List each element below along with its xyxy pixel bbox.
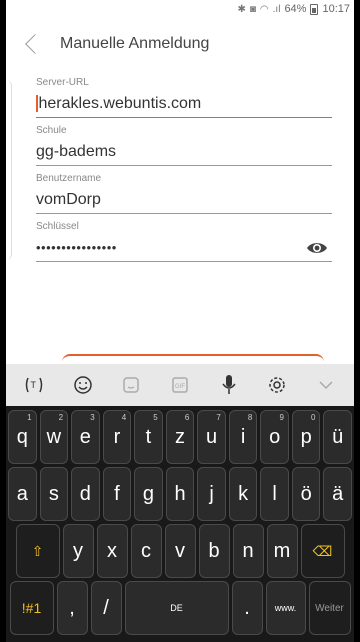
keyboard-row-4: !#1 , / DE . www. Weiter (8, 581, 352, 635)
key-g[interactable]: g (134, 467, 163, 521)
slash-key[interactable]: / (90, 581, 122, 635)
username-label: Benutzername (36, 173, 102, 184)
translate-icon[interactable]: T (19, 370, 49, 400)
key-ue[interactable]: ü (323, 410, 353, 464)
key-l[interactable]: l (260, 467, 289, 521)
server-url-input[interactable]: herakles.webuntis.com (36, 90, 332, 118)
key-oe[interactable]: ö (291, 467, 321, 521)
keyboard-toolbar: T GIF (6, 364, 354, 406)
keyboard: 1q 2w 3e 4r 5t 6z 7u 8i 9o 0p ü a s d f … (6, 406, 354, 642)
username-field: Benutzername vomDorp (36, 172, 332, 214)
key-s[interactable]: s (39, 467, 69, 521)
key-o[interactable]: 9o (260, 410, 289, 464)
gif-icon[interactable]: GIF (165, 370, 195, 400)
key-m[interactable]: m (266, 524, 298, 578)
settings-icon[interactable] (262, 370, 292, 400)
chevron-down-icon[interactable] (311, 370, 341, 400)
key-c[interactable]: c (130, 524, 162, 578)
school-input[interactable]: gg-badems (36, 138, 332, 166)
eye-icon[interactable] (306, 241, 328, 255)
server-url-value: herakles.webuntis.com (38, 94, 202, 112)
comma-key[interactable]: , (56, 581, 88, 635)
next-key[interactable]: Weiter (308, 581, 351, 635)
key-q[interactable]: 1q (8, 410, 37, 464)
battery-text: 64% (284, 3, 307, 15)
key-h[interactable]: h (165, 467, 195, 521)
key-r[interactable]: 4r (102, 410, 132, 464)
login-form: Server-URL herakles.webuntis.com Schule … (6, 76, 354, 262)
key-p[interactable]: 0p (291, 410, 321, 464)
key-j[interactable]: j (197, 467, 226, 521)
page-title: Manuelle Anmeldung (60, 35, 210, 52)
school-label: Schule (36, 125, 67, 136)
key-z[interactable]: 6z (165, 410, 195, 464)
nfc-icon: ◙ (249, 3, 256, 15)
school-value: gg-badems (36, 142, 117, 160)
key-b[interactable]: b (198, 524, 230, 578)
key-x[interactable]: x (96, 524, 128, 578)
key-f[interactable]: f (102, 467, 132, 521)
wifi-icon: ◠ (259, 3, 269, 15)
key-v[interactable]: v (164, 524, 196, 578)
key-e[interactable]: 3e (71, 410, 100, 464)
key-u[interactable]: 7u (197, 410, 226, 464)
key-n[interactable]: n (232, 524, 264, 578)
keyboard-row-1: 1q 2w 3e 4r 5t 6z 7u 8i 9o 0p ü (8, 410, 353, 464)
svg-text:T: T (31, 380, 37, 390)
www-key[interactable]: www. (265, 581, 306, 635)
battery-icon (310, 3, 319, 15)
space-key[interactable]: DE (124, 581, 229, 635)
password-label: Schlüssel (36, 221, 79, 232)
text-cursor (36, 95, 38, 112)
dot-key[interactable]: . (231, 581, 263, 635)
key-ae[interactable]: ä (323, 467, 353, 521)
header: Manuelle Anmeldung (6, 18, 354, 70)
signal-icon: .ıl (272, 3, 281, 15)
status-bar: ✱ ◙ ◠ .ıl 64% 10:17 (6, 0, 354, 18)
key-y[interactable]: y (62, 524, 94, 578)
server-url-label: Server-URL (36, 77, 89, 88)
keyboard-row-3: ⇧ y x c v b n m ⌫ (8, 524, 352, 578)
password-value: •••••••••••••••• (36, 240, 117, 255)
username-value: vomDorp (36, 190, 101, 208)
clock: 10:17 (322, 3, 350, 15)
key-a[interactable]: a (8, 467, 37, 521)
svg-text:GIF: GIF (175, 384, 185, 390)
side-decoration (6, 80, 12, 260)
password-field: Schlüssel •••••••••••••••• (36, 220, 332, 262)
key-w[interactable]: 2w (39, 410, 69, 464)
key-i[interactable]: 8i (228, 410, 258, 464)
key-k[interactable]: k (228, 467, 258, 521)
backspace-key[interactable]: ⌫ (300, 524, 345, 578)
emoji-icon[interactable] (68, 370, 98, 400)
chevron-left-icon[interactable] (25, 34, 45, 54)
keyboard-row-2: a s d f g h j k l ö ä (8, 467, 353, 521)
shift-key[interactable]: ⇧ (15, 524, 60, 578)
password-input[interactable]: •••••••••••••••• (36, 234, 332, 262)
sticker-icon[interactable] (116, 370, 146, 400)
server-url-field: Server-URL herakles.webuntis.com (36, 76, 332, 118)
bluetooth-icon: ✱ (237, 3, 246, 15)
username-input[interactable]: vomDorp (36, 186, 332, 214)
symbols-key[interactable]: !#1 (9, 581, 54, 635)
app-screen: ✱ ◙ ◠ .ıl 64% 10:17 Manuelle Anmeldung S… (6, 0, 354, 642)
key-d[interactable]: d (71, 467, 100, 521)
school-field: Schule gg-badems (36, 124, 332, 166)
key-t[interactable]: 5t (134, 410, 163, 464)
mic-icon[interactable] (214, 370, 244, 400)
